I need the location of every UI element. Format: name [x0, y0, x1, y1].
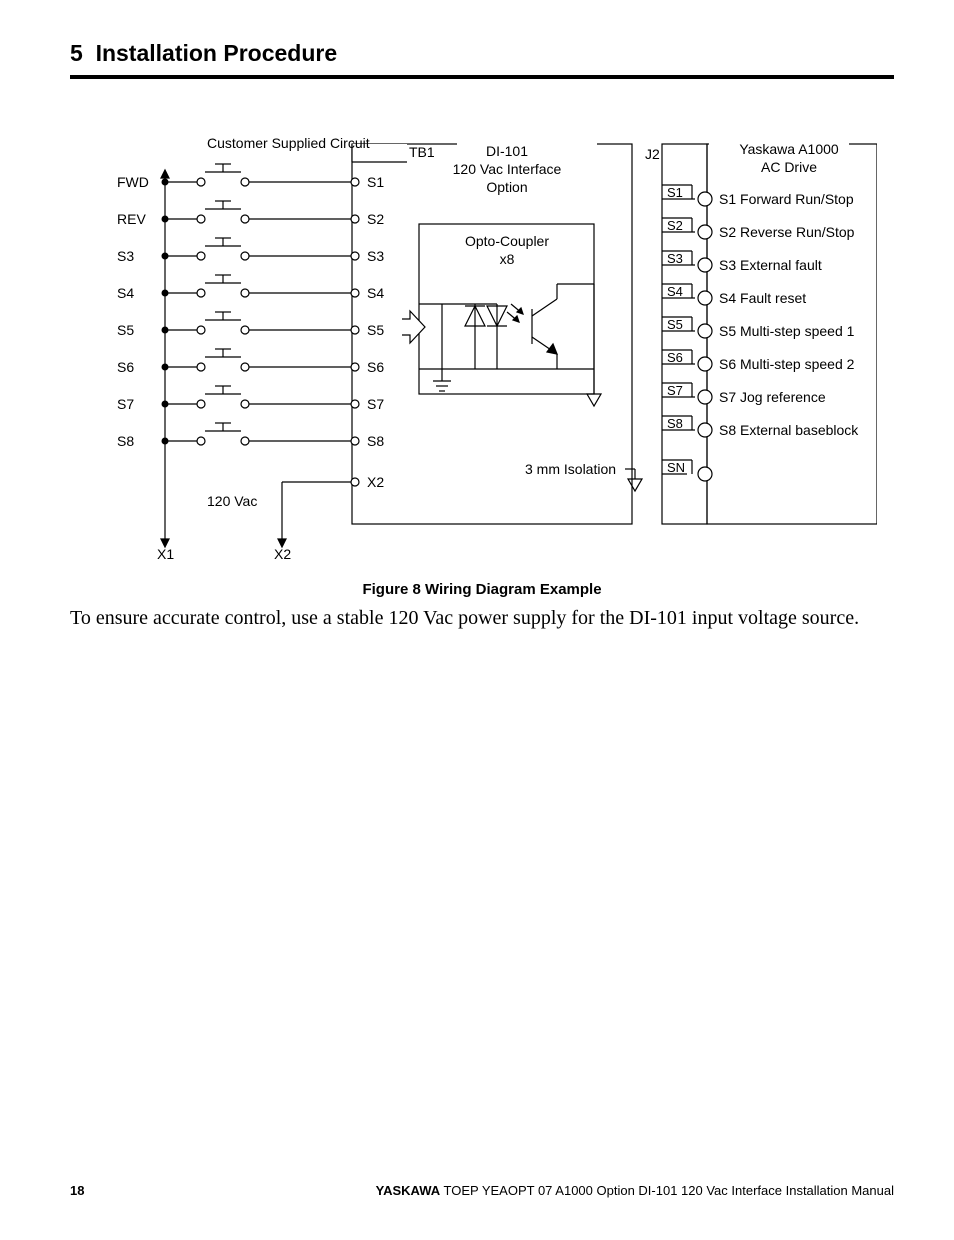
- input-code: S5: [117, 322, 134, 338]
- label-120vac: 120 Vac: [207, 493, 257, 509]
- bus-lines: [161, 170, 286, 547]
- drive-desc: S3 External fault: [719, 257, 822, 273]
- label-isolation: 3 mm Isolation: [525, 461, 616, 477]
- tb1-pin: S8: [367, 433, 384, 449]
- input-code: S6: [117, 359, 134, 375]
- drive-pin: S1: [667, 185, 683, 200]
- label-drive-1: Yaskawa A1000: [739, 141, 839, 157]
- heading-rule: [70, 75, 894, 79]
- tb1-pin: S3: [367, 248, 384, 264]
- drive-pin: S7: [667, 383, 683, 398]
- drive-pin: S2: [667, 218, 683, 233]
- input-code: S3: [117, 248, 134, 264]
- drive-terminal-row: S1 S1 Forward Run/Stop: [662, 185, 854, 207]
- label-tb1: TB1: [409, 144, 435, 160]
- figure-caption: Figure 8 Wiring Diagram Example: [70, 581, 894, 598]
- drive-pin: S8: [667, 416, 683, 431]
- right-terminal-rows: S1 S1 Forward Run/Stop S2 S2 Reverse Run/St…: [662, 185, 859, 438]
- input-row: S7 S7: [117, 386, 384, 412]
- drive-pin: S6: [667, 350, 683, 365]
- label-x2: X2: [274, 546, 291, 562]
- drive-terminal-row: S8 S8 External baseblock: [662, 416, 859, 438]
- label-di101-3: Option: [486, 179, 527, 195]
- input-code: S7: [117, 396, 134, 412]
- tb1-pin: S1: [367, 174, 384, 190]
- label-j2: J2: [645, 146, 660, 162]
- drive-desc: S2 Reverse Run/Stop: [719, 224, 855, 240]
- drive-terminal-row: S5 S5 Multi-step speed 1: [662, 317, 855, 339]
- label-customer: Customer Supplied Circuit: [207, 135, 370, 151]
- drive-pin: S5: [667, 317, 683, 332]
- page-number: 18: [70, 1183, 84, 1198]
- drive-desc: S4 Fault reset: [719, 290, 806, 306]
- input-code: S4: [117, 285, 134, 301]
- drive-terminal-row: S7 S7 Jog reference: [662, 383, 826, 405]
- input-code: FWD: [117, 174, 149, 190]
- drive-terminal-row: S6 S6 Multi-step speed 2: [662, 350, 855, 372]
- tb1-pin: S7: [367, 396, 384, 412]
- drive-desc: S7 Jog reference: [719, 389, 826, 405]
- drive-desc: S8 External baseblock: [719, 422, 859, 438]
- input-row: REV S2: [117, 201, 384, 227]
- input-code: REV: [117, 211, 146, 227]
- label-di101-2: 120 Vac Interface: [453, 161, 562, 177]
- drive-desc: S6 Multi-step speed 2: [719, 356, 855, 372]
- diagram-container: TB1 DI-101 120 Vac Interface Option Opto…: [70, 134, 894, 569]
- page: 5 Installation Procedure TB1 DI-101 120 …: [0, 0, 954, 1240]
- input-row: FWD S1: [117, 164, 384, 190]
- input-row: S4 S4: [117, 275, 384, 301]
- tb1-pin: S5: [367, 322, 384, 338]
- drive-pin: S3: [667, 251, 683, 266]
- section-number: 5: [70, 40, 83, 66]
- isolation-symbol-icon: [625, 469, 642, 491]
- opto-internals: [419, 284, 601, 406]
- drive-pin: S4: [667, 284, 683, 299]
- arrow-into-opto: [402, 311, 425, 343]
- footer-doc: TOEP YEAOPT 07 A1000 Option DI-101 120 V…: [440, 1183, 894, 1198]
- sn-row: SN: [662, 460, 712, 481]
- section-title: Installation Procedure: [96, 40, 338, 66]
- tb1-pin: S4: [367, 285, 384, 301]
- section-heading: 5 Installation Procedure: [70, 40, 894, 67]
- wiring-diagram: TB1 DI-101 120 Vac Interface Option Opto…: [87, 134, 877, 569]
- input-row: S5 S5: [117, 312, 384, 338]
- left-input-rows: FWD S1 REV S2 S3 S3 S4 S4 S5 S5 S6 S6 S7 S7 S8 S8: [117, 164, 384, 449]
- label-opto-2: x8: [500, 251, 515, 267]
- input-row: S8 S8: [117, 423, 384, 449]
- drive-terminal-row: S2 S2 Reverse Run/Stop: [662, 218, 855, 240]
- footer-title: YASKAWA TOEP YEAOPT 07 A1000 Option DI-1…: [376, 1183, 894, 1198]
- tb1-pin: S6: [367, 359, 384, 375]
- drive-desc: S5 Multi-step speed 1: [719, 323, 855, 339]
- body-paragraph: To ensure accurate control, use a stable…: [70, 606, 894, 631]
- label-drive-2: AC Drive: [761, 159, 817, 175]
- drive-desc: S1 Forward Run/Stop: [719, 191, 854, 207]
- drive-terminal-row: S4 S4 Fault reset: [662, 284, 806, 306]
- x2-row: X2: [282, 474, 384, 490]
- input-row: S6 S6: [117, 349, 384, 375]
- tb1-pin: S2: [367, 211, 384, 227]
- page-footer: 18 YASKAWA TOEP YEAOPT 07 A1000 Option D…: [70, 1183, 894, 1198]
- sn-pin-label: SN: [667, 460, 685, 475]
- input-row: S3 S3: [117, 238, 384, 264]
- drive-terminal-row: S3 S3 External fault: [662, 251, 822, 273]
- label-di101-1: DI-101: [486, 143, 528, 159]
- label-opto-1: Opto-Coupler: [465, 233, 549, 249]
- input-code: S8: [117, 433, 134, 449]
- footer-brand: YASKAWA: [376, 1183, 441, 1198]
- label-x1: X1: [157, 546, 174, 562]
- x2-pin-label: X2: [367, 474, 384, 490]
